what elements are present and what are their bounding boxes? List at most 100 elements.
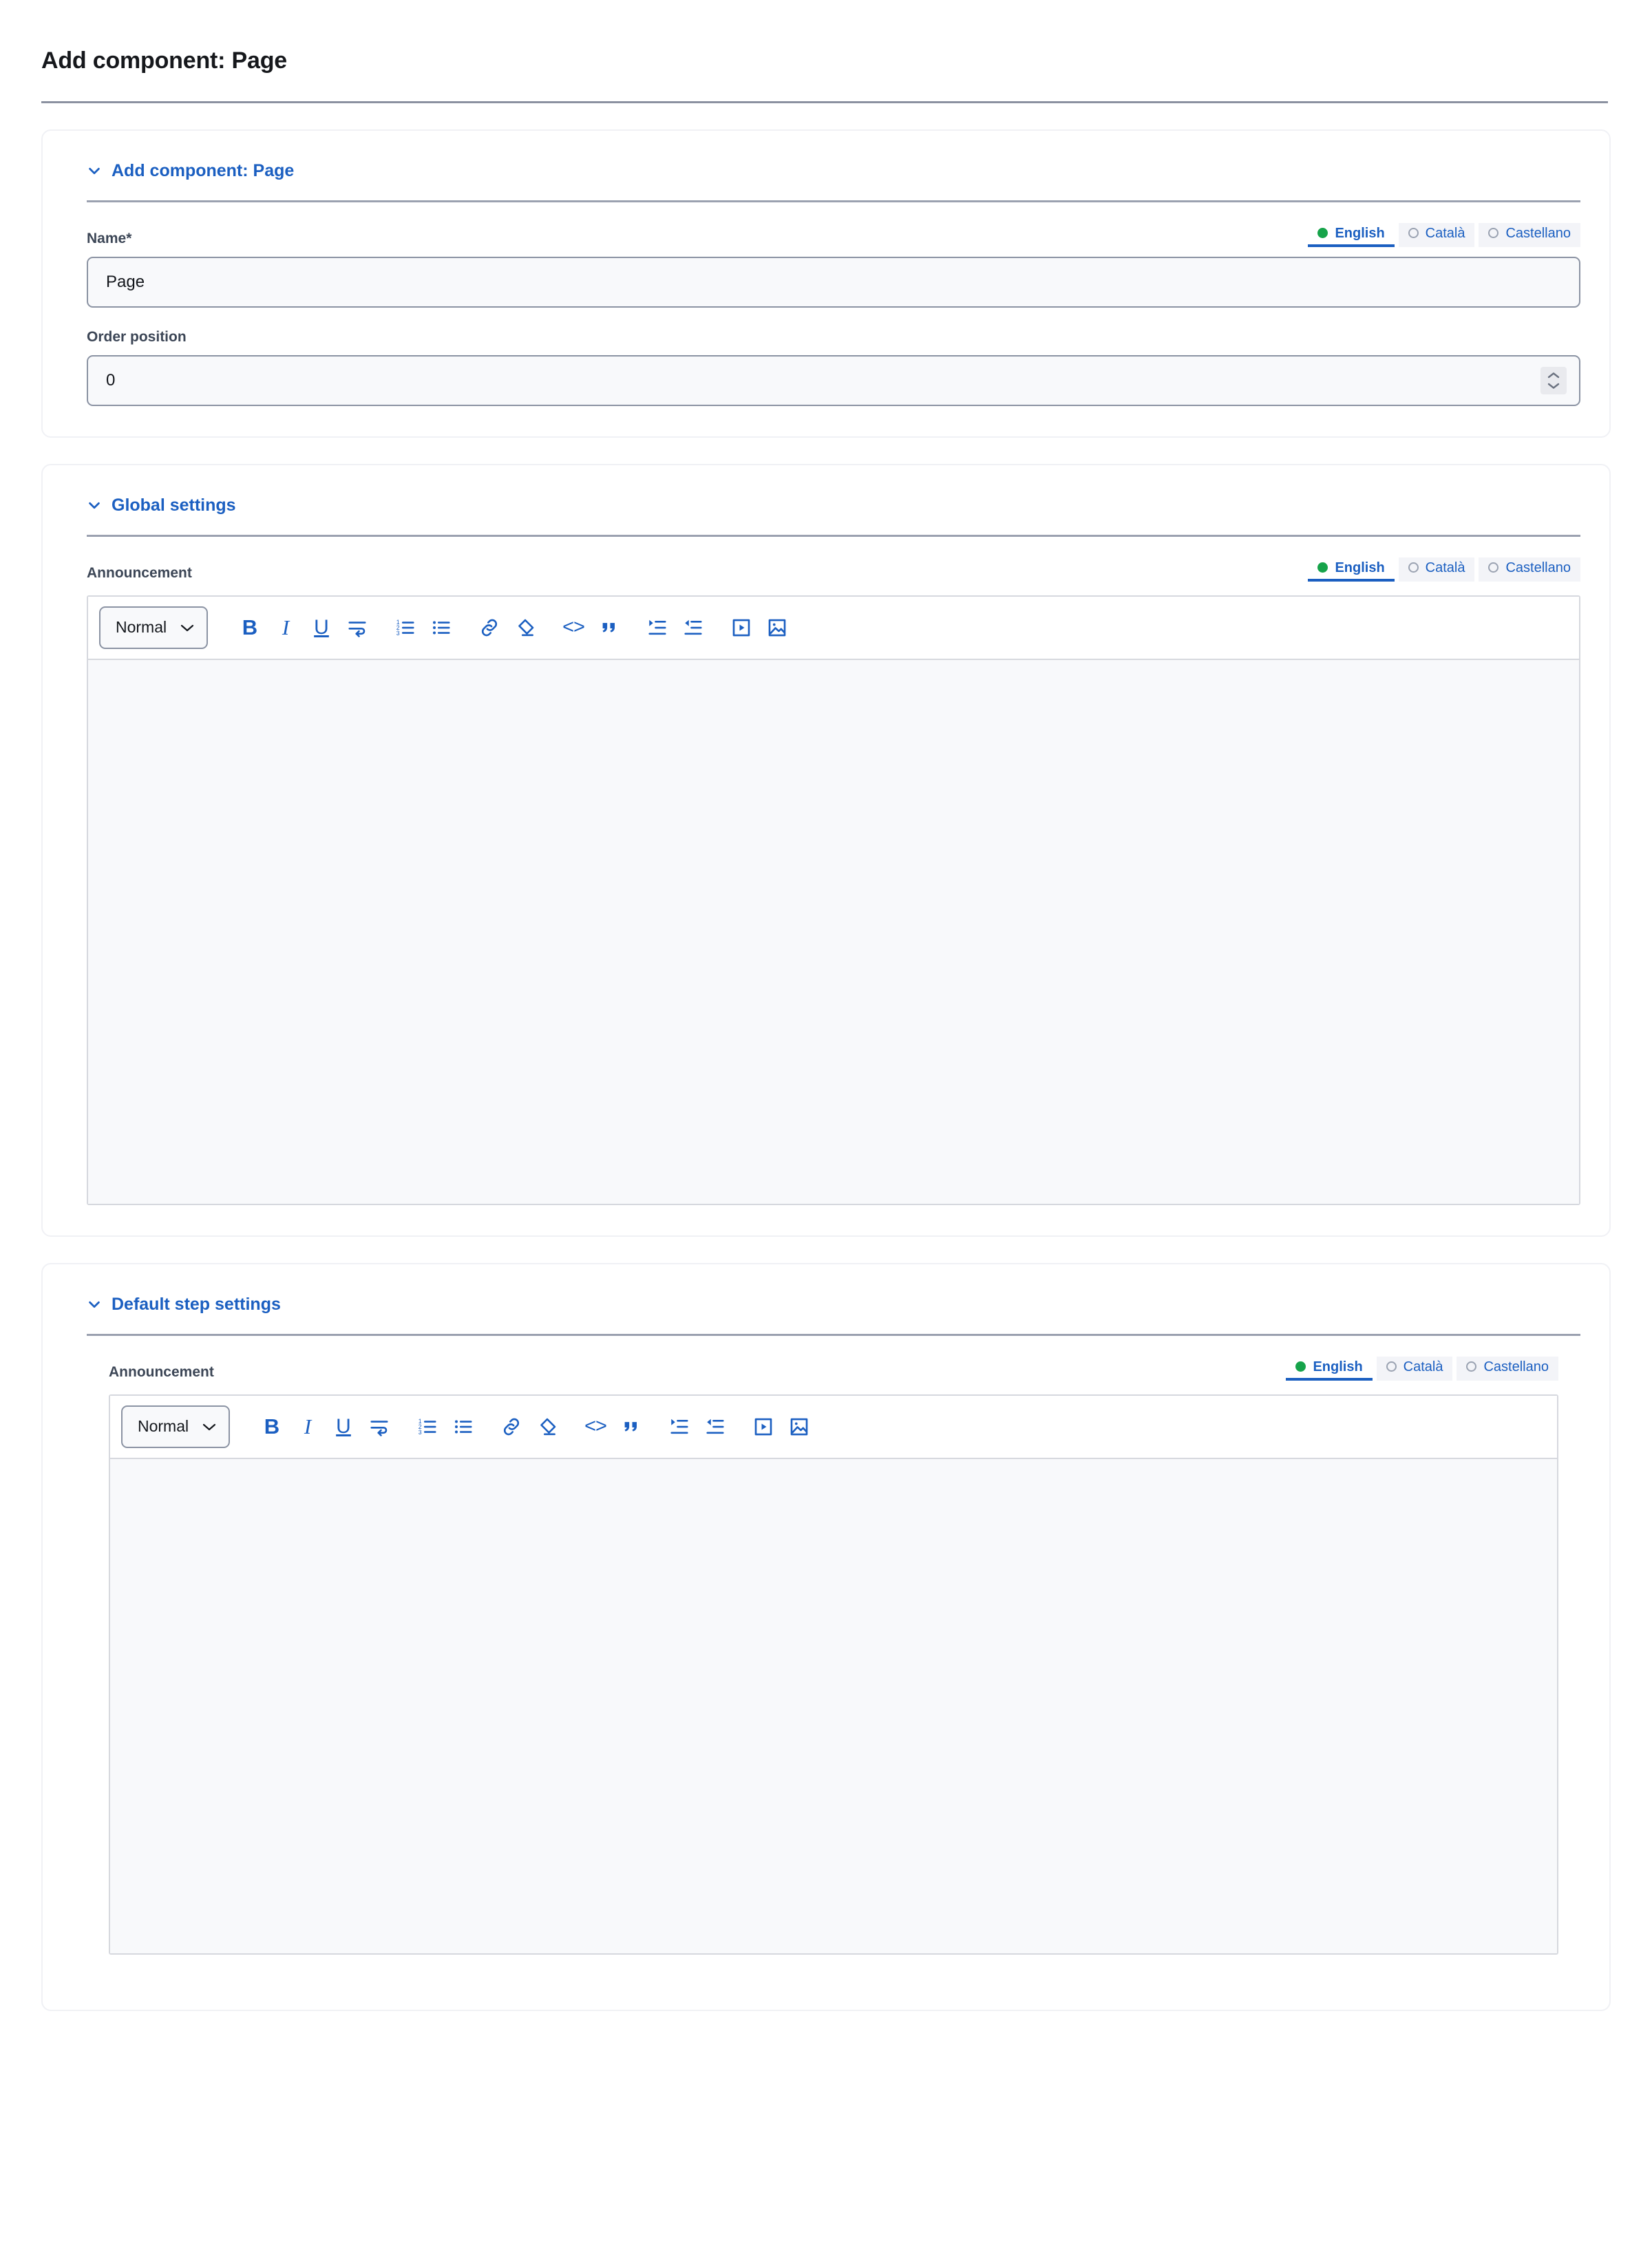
video-icon[interactable] (748, 1411, 779, 1443)
indent-increase-icon[interactable] (642, 612, 673, 644)
editor-toolbar: Normal B I U 1 2 3 <> (110, 1395, 1557, 1459)
language-tab-label: Català (1403, 1359, 1443, 1374)
card-add-component: Add component: Page Name* English Català (41, 129, 1611, 438)
editor-content-area[interactable] (88, 659, 1579, 1204)
field-group-step-announcement: Announcement English Català Castellano N… (72, 1356, 1580, 1955)
label-announcement: Announcement (87, 564, 192, 581)
indent-decrease-icon[interactable] (699, 1411, 731, 1443)
section-title-global-settings: Global settings (112, 495, 236, 515)
video-icon[interactable] (726, 612, 757, 644)
language-tab-english[interactable]: English (1308, 557, 1395, 582)
italic-icon[interactable]: I (292, 1411, 324, 1443)
unselected-circle-icon (1488, 228, 1499, 239)
image-icon[interactable] (761, 612, 793, 644)
line-break-icon[interactable] (341, 612, 373, 644)
unselected-circle-icon (1488, 562, 1499, 573)
blockquote-icon[interactable] (615, 1411, 647, 1443)
language-tab-label: Castellano (1505, 560, 1571, 575)
ordered-list-icon[interactable]: 1 2 3 (412, 1411, 443, 1443)
ordered-list-icon[interactable]: 1 2 3 (390, 612, 421, 644)
rich-text-editor-step-announcement: Normal B I U 1 2 3 <> (109, 1394, 1558, 1955)
format-block-select[interactable]: Normal (99, 606, 208, 649)
editor-group-block: <> (571, 1411, 655, 1443)
chevron-down-icon (89, 1302, 100, 1308)
link-icon[interactable] (496, 1411, 527, 1443)
language-tabs-global-announcement: English Català Castellano (1308, 557, 1580, 582)
selected-dot-icon (1317, 562, 1328, 573)
name-input-value: Page (106, 272, 145, 291)
editor-group-media (717, 612, 801, 644)
field-head-global-announcement: Announcement English Català Castellano (87, 557, 1580, 582)
section-divider-add-component (87, 200, 1580, 202)
language-tab-castellano[interactable]: Castellano (1479, 222, 1580, 247)
bullet-list-icon[interactable] (447, 1411, 479, 1443)
language-tab-catala[interactable]: Català (1398, 222, 1475, 247)
unselected-circle-icon (1408, 562, 1419, 573)
editor-group-insert (487, 1411, 571, 1443)
bold-icon[interactable]: B (234, 612, 266, 644)
bold-icon[interactable]: B (256, 1411, 288, 1443)
link-icon[interactable] (474, 612, 505, 644)
clear-format-eraser-icon[interactable] (531, 1411, 563, 1443)
field-head-name: Name* English Català Castellano (87, 222, 1580, 247)
field-head-step-announcement: Announcement English Català Castellano (109, 1356, 1558, 1381)
language-tab-label: Català (1425, 225, 1465, 241)
section-divider-global-settings (87, 534, 1580, 537)
editor-group-insert (465, 612, 549, 644)
editor-group-indent (633, 612, 717, 644)
editor-group-inline: B I U (248, 1411, 403, 1443)
language-tabs-name: English Català Castellano (1308, 222, 1580, 247)
language-tab-castellano[interactable]: Castellano (1479, 557, 1580, 582)
unselected-circle-icon (1466, 1361, 1477, 1372)
language-tab-english[interactable]: English (1286, 1357, 1373, 1381)
section-title-default-step-settings: Default step settings (112, 1294, 281, 1314)
order-position-stepper[interactable] (1540, 366, 1567, 394)
rich-text-editor-global-announcement: Normal B I U 1 2 3 <> (87, 595, 1580, 1205)
chevron-down-icon (202, 1423, 216, 1431)
language-tab-catala[interactable]: Català (1376, 1356, 1453, 1381)
underline-icon[interactable]: U (328, 1411, 359, 1443)
chevron-down-icon (89, 502, 100, 509)
indent-decrease-icon[interactable] (677, 612, 709, 644)
format-block-value: Normal (116, 618, 167, 637)
unselected-circle-icon (1408, 228, 1419, 239)
language-tab-castellano[interactable]: Castellano (1457, 1356, 1558, 1381)
italic-icon[interactable]: I (270, 612, 301, 644)
language-tab-label: Català (1425, 560, 1465, 575)
section-header-global-settings[interactable]: Global settings (72, 496, 1580, 516)
code-icon[interactable]: <> (558, 612, 589, 644)
code-icon[interactable]: <> (580, 1411, 611, 1443)
language-tabs-step-announcement: English Català Castellano (1286, 1356, 1558, 1381)
bullet-list-icon[interactable] (425, 612, 457, 644)
order-position-input[interactable]: 0 (87, 354, 1580, 406)
language-tab-label: English (1335, 225, 1385, 241)
editor-toolbar: Normal B I U 1 2 3 <> (88, 596, 1579, 660)
clear-format-eraser-icon[interactable] (509, 612, 541, 644)
language-tab-label: Castellano (1483, 1359, 1549, 1374)
label-order-position: Order position (87, 328, 187, 345)
selected-dot-icon (1295, 1361, 1306, 1372)
language-tab-label: English (1313, 1359, 1363, 1374)
format-block-select[interactable]: Normal (121, 1405, 230, 1448)
page-title: Add component: Page (41, 47, 287, 74)
language-tab-english[interactable]: English (1308, 223, 1395, 247)
line-break-icon[interactable] (363, 1411, 395, 1443)
section-title-add-component: Add component: Page (112, 160, 295, 180)
underline-icon[interactable]: U (306, 612, 337, 644)
language-tab-label: Castellano (1505, 225, 1571, 241)
indent-increase-icon[interactable] (664, 1411, 695, 1443)
chevron-down-icon (1547, 383, 1560, 389)
language-tab-catala[interactable]: Català (1398, 557, 1475, 582)
editor-group-indent (655, 1411, 739, 1443)
image-icon[interactable] (783, 1411, 815, 1443)
label-name: Name* (87, 230, 132, 246)
section-header-default-step-settings[interactable]: Default step settings (72, 1295, 1580, 1315)
section-header-add-component[interactable]: Add component: Page (72, 161, 1580, 181)
name-input[interactable]: Page (87, 256, 1580, 308)
blockquote-icon[interactable] (593, 612, 625, 644)
section-divider-default-step-settings (87, 1333, 1580, 1336)
editor-group-inline: B I U (226, 612, 381, 644)
card-default-step-settings: Default step settings Announcement Engli… (41, 1262, 1611, 2011)
language-tab-label: English (1335, 560, 1385, 575)
editor-content-area[interactable] (110, 1458, 1557, 1953)
